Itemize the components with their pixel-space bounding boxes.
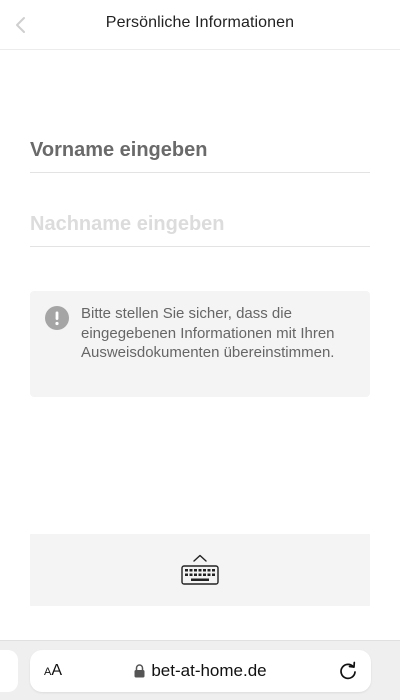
notice-text: Bitte stellen Sie sicher, dass die einge…: [81, 305, 335, 361]
page-title: Persönliche Informationen: [105, 14, 295, 31]
reload-icon: [340, 661, 356, 680]
first-name-input[interactable]: [30, 137, 370, 173]
info-notice: Bitte stellen Sie sicher, dass die einge…: [30, 291, 370, 397]
last-name-input[interactable]: [30, 211, 370, 247]
previous-tab-edge[interactable]: [0, 650, 18, 692]
keyboard-toggle-button[interactable]: [30, 534, 370, 606]
url-display[interactable]: bet-at-home.de: [30, 661, 371, 681]
url-text: bet-at-home.de: [151, 661, 267, 680]
reload-button[interactable]: [337, 660, 359, 682]
browser-toolbar: AA bet-at-home.de: [0, 640, 400, 700]
lock-icon: [134, 664, 145, 678]
exclamation-circle-icon: [45, 306, 69, 330]
top-nav-bar: Persönliche Informationen: [0, 0, 400, 50]
address-bar[interactable]: AA bet-at-home.de: [30, 650, 371, 692]
keyboard-icon: [181, 554, 219, 585]
